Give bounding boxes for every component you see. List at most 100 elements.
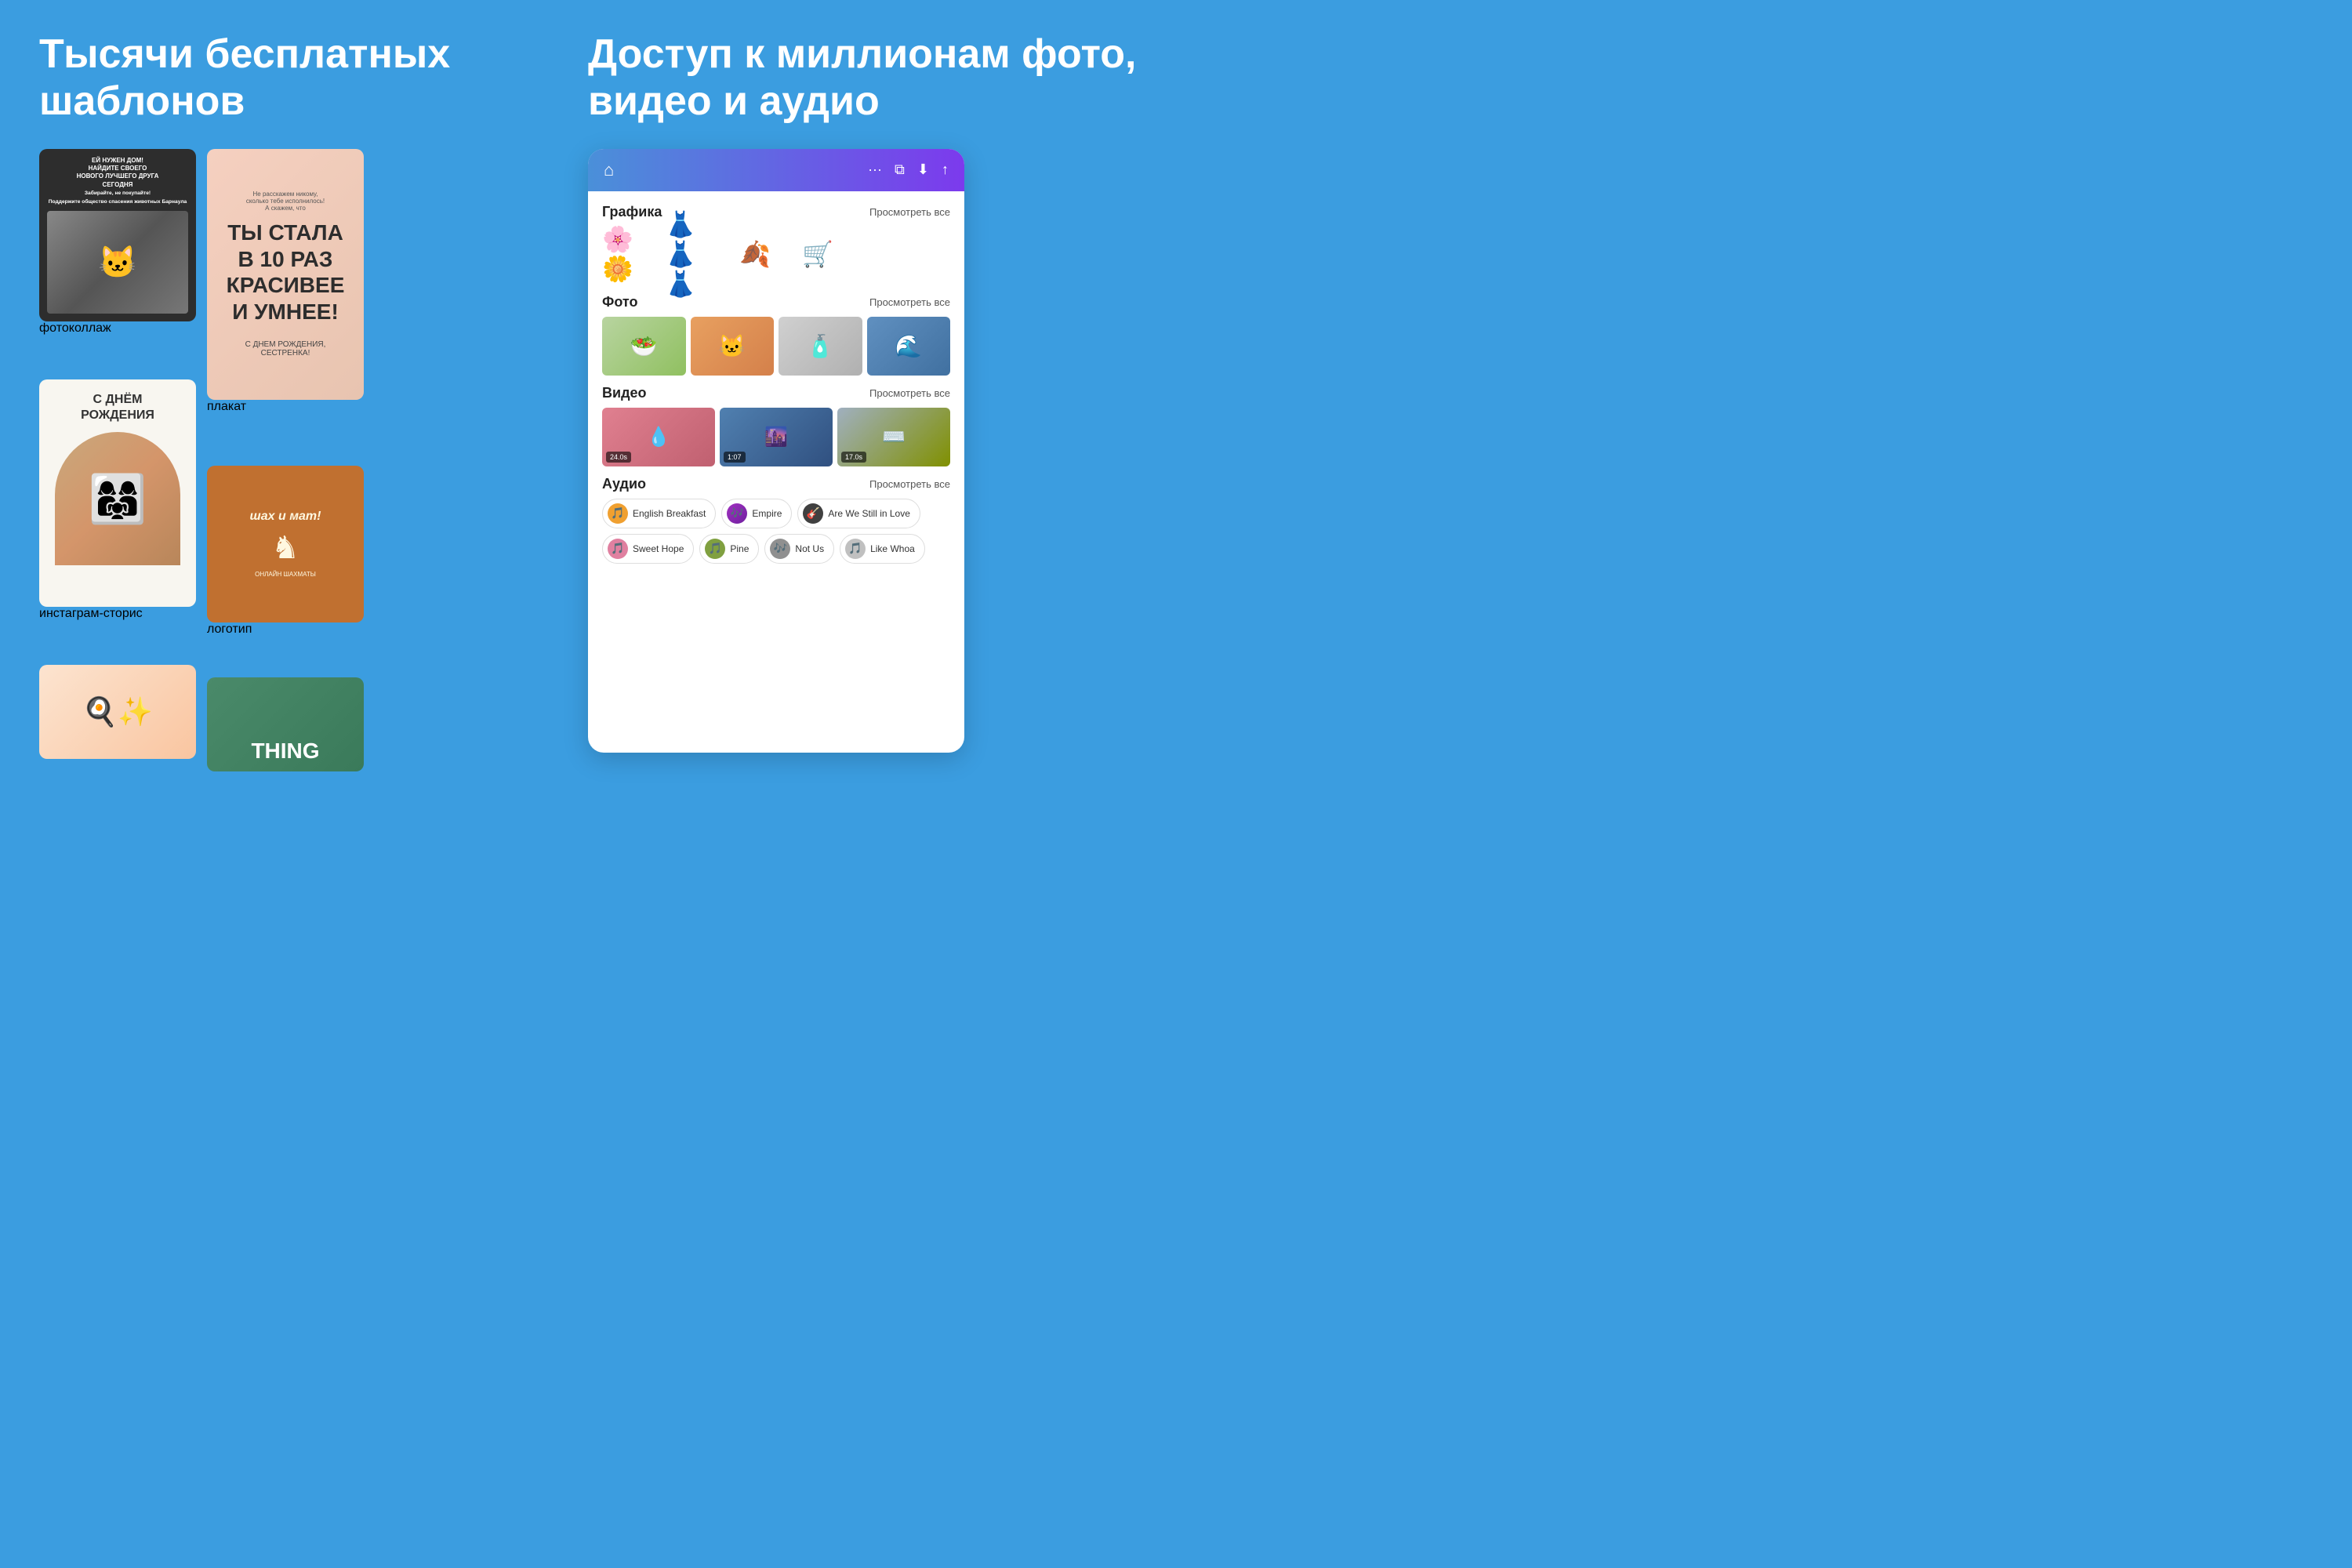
chip-sweet-hope[interactable]: 🎵 Sweet Hope xyxy=(602,534,694,564)
photos-view-all[interactable]: Просмотреть все xyxy=(869,296,950,308)
cat-card-wrapper: ЕЙ НУЖЕН ДОМ! НАЙДИТЕ СВОЕГОНОВОГО ЛУЧШЕ… xyxy=(39,149,196,336)
chip-pine-label: Pine xyxy=(730,543,749,554)
graphic-vendor[interactable]: 🛒 xyxy=(790,227,845,281)
phone-content: Графика Просмотреть все 🌸🌼 👗👗👗 🍂 🛒 Фото … xyxy=(588,191,964,753)
video-1[interactable]: 💧 24.0s xyxy=(602,408,715,466)
chess-icon: ♞ xyxy=(271,530,299,566)
logo-sub-text: ОНЛАЙН ШАХМАТЫ xyxy=(255,571,316,578)
graphic-leaves[interactable]: 🍂 xyxy=(728,227,782,281)
photo-bottle[interactable]: 🧴 xyxy=(779,317,862,376)
chip-empire[interactable]: 🎶 Empire xyxy=(721,499,792,528)
video-2[interactable]: 🌆 1:07 xyxy=(720,408,833,466)
video-1-emoji: 💧 xyxy=(647,426,670,448)
graphics-section: Графика Просмотреть все 🌸🌼 👗👗👗 🍂 🛒 xyxy=(602,204,950,285)
logotip-label: логотип xyxy=(207,622,364,637)
chip-are-we-still[interactable]: 🎸 Are We Still in Love xyxy=(797,499,920,528)
audio-section: Аудио Просмотреть все 🎵 English Breakfas… xyxy=(602,476,950,564)
people-emoji: 👩‍👩‍👧 xyxy=(89,471,147,527)
poster-top-text: Не расскажем никому,сколько тебе исполни… xyxy=(246,191,325,212)
logo-card-wrapper: шах и мат! ♞ ОНЛАЙН ШАХМАТЫ логотип xyxy=(207,466,364,637)
chip-pine[interactable]: 🎵 Pine xyxy=(699,534,759,564)
right-title: Доступ к миллионам фото, видео и аудио xyxy=(588,31,1137,125)
video-1-badge: 24.0s xyxy=(606,452,631,463)
left-title: Тысячи бесплатных шаблонов xyxy=(39,31,510,125)
chip-like-whoa[interactable]: 🎵 Like Whoa xyxy=(840,534,925,564)
chip-like-whoa-label: Like Whoa xyxy=(870,543,915,554)
video-2-emoji: 🌆 xyxy=(764,426,788,448)
partial-bottom-emoji: 🍳✨ xyxy=(82,695,153,728)
plakat-label: плакат xyxy=(207,400,364,414)
right-column: Не расскажем никому,сколько тебе исполни… xyxy=(207,149,364,771)
chip-pine-icon: 🎵 xyxy=(705,539,725,559)
left-column: ЕЙ НУЖЕН ДОМ! НАЙДИТЕ СВОЕГОНОВОГО ЛУЧШЕ… xyxy=(39,149,196,771)
cat-image-area: 🐱 xyxy=(47,211,188,314)
chip-not-us[interactable]: 🎶 Not Us xyxy=(764,534,834,564)
videos-section: Видео Просмотреть все 💧 24.0s 🌆 1:07 ⌨️ … xyxy=(602,385,950,466)
chip-empire-icon: 🎶 xyxy=(727,503,747,524)
poster-card-wrapper: Не расскажем никому,сколько тебе исполни… xyxy=(207,149,364,414)
birthday-text: С ДНЁМРОЖДЕНИЯ xyxy=(81,392,154,425)
poster-main-text: ТЫ СТАЛА В 10 РАЗ КРАСИВЕЕ И УМНЕЕ! xyxy=(223,220,348,325)
video-2-badge: 1:07 xyxy=(724,452,746,463)
chip-sweet-hope-label: Sweet Hope xyxy=(633,543,684,554)
birthday-people-image: 👩‍👩‍👧 xyxy=(55,432,180,565)
videos-row: 💧 24.0s 🌆 1:07 ⌨️ 17.0s xyxy=(602,408,950,466)
graphic-people[interactable]: 👗👗👗 xyxy=(665,227,720,281)
audio-section-header: Аудио Просмотреть все xyxy=(602,476,950,492)
photos-row: 🥗 🐱 🧴 🌊 xyxy=(602,317,950,376)
templates-grid: ЕЙ НУЖЕН ДОМ! НАЙДИТЕ СВОЕГОНОВОГО ЛУЧШЕ… xyxy=(39,149,510,771)
home-icon[interactable]: ⌂ xyxy=(604,160,614,180)
phone-mockup: ⌂ ··· ⧉ ⬇ ↑ Графика Просмотреть все 🌸🌼 👗… xyxy=(588,149,964,753)
chip-are-we-still-icon: 🎸 xyxy=(803,503,823,524)
audio-title: Аудио xyxy=(602,476,646,492)
fotocollage-label: фотоколлаж xyxy=(39,321,196,336)
poster-card[interactable]: Не расскажем никому,сколько тебе исполни… xyxy=(207,149,364,400)
graphics-section-header: Графика Просмотреть все xyxy=(602,204,950,220)
chip-are-we-still-label: Are We Still in Love xyxy=(828,508,910,519)
chip-english-breakfast[interactable]: 🎵 English Breakfast xyxy=(602,499,716,528)
graphics-row: 🌸🌼 👗👗👗 🍂 🛒 xyxy=(602,227,950,281)
copy-icon[interactable]: ⧉ xyxy=(895,162,905,178)
right-panel: Доступ к миллионам фото, видео и аудио ⌂… xyxy=(549,0,1176,784)
partial-top-card: THING xyxy=(207,677,364,771)
videos-title: Видео xyxy=(602,385,647,401)
chip-not-us-label: Not Us xyxy=(795,543,824,554)
video-3-emoji: ⌨️ xyxy=(882,426,906,448)
video-3[interactable]: ⌨️ 17.0s xyxy=(837,408,950,466)
partial-top-text: THING xyxy=(251,739,319,764)
audio-view-all[interactable]: Просмотреть все xyxy=(869,478,950,490)
cat-collage-card[interactable]: ЕЙ НУЖЕН ДОМ! НАЙДИТЕ СВОЕГОНОВОГО ЛУЧШЕ… xyxy=(39,149,196,321)
instastory-label: инстаграм-сторис xyxy=(39,607,143,621)
phone-header: ⌂ ··· ⧉ ⬇ ↑ xyxy=(588,149,964,191)
chip-empire-label: Empire xyxy=(752,508,782,519)
graphic-flowers[interactable]: 🌸🌼 xyxy=(602,227,657,281)
chip-not-us-icon: 🎶 xyxy=(770,539,790,559)
cat-card-title: ЕЙ НУЖЕН ДОМ! НАЙДИТЕ СВОЕГОНОВОГО ЛУЧШЕ… xyxy=(49,157,187,206)
photos-section-header: Фото Просмотреть все xyxy=(602,294,950,310)
chip-like-whoa-icon: 🎵 xyxy=(845,539,866,559)
photos-title: Фото xyxy=(602,294,637,310)
birthday-card[interactable]: С ДНЁМРОЖДЕНИЯ 👩‍👩‍👧 xyxy=(39,379,196,607)
more-icon[interactable]: ··· xyxy=(868,162,882,178)
graphics-view-all[interactable]: Просмотреть все xyxy=(869,206,950,218)
cat-emoji: 🐱 xyxy=(98,244,137,281)
birthday-card-wrapper: С ДНЁМРОЖДЕНИЯ 👩‍👩‍👧 инстаграм-сторис xyxy=(39,379,196,621)
chip-sweet-hope-icon: 🎵 xyxy=(608,539,628,559)
photo-sea[interactable]: 🌊 xyxy=(867,317,951,376)
download-icon[interactable]: ⬇ xyxy=(917,162,929,178)
photo-food[interactable]: 🥗 xyxy=(602,317,686,376)
partial-bottom-card: 🍳✨ xyxy=(39,665,196,759)
videos-section-header: Видео Просмотреть все xyxy=(602,385,950,401)
chip-english-breakfast-label: English Breakfast xyxy=(633,508,706,519)
photos-section: Фото Просмотреть все 🥗 🐱 🧴 🌊 xyxy=(602,294,950,376)
left-panel: Тысячи бесплатных шаблонов ЕЙ НУЖЕН ДОМ!… xyxy=(0,0,549,784)
poster-sub-text: С ДНЕМ РОЖДЕНИЯ, СЕСТРЕНКА! xyxy=(223,340,348,358)
photo-cat[interactable]: 🐱 xyxy=(691,317,775,376)
audio-chips: 🎵 English Breakfast 🎶 Empire 🎸 Are We St… xyxy=(602,499,950,564)
video-3-badge: 17.0s xyxy=(841,452,866,463)
videos-view-all[interactable]: Просмотреть все xyxy=(869,387,950,399)
header-icons: ··· ⧉ ⬇ ↑ xyxy=(868,162,949,178)
logo-card[interactable]: шах и мат! ♞ ОНЛАЙН ШАХМАТЫ xyxy=(207,466,364,622)
chip-english-breakfast-icon: 🎵 xyxy=(608,503,628,524)
share-icon[interactable]: ↑ xyxy=(942,162,949,178)
